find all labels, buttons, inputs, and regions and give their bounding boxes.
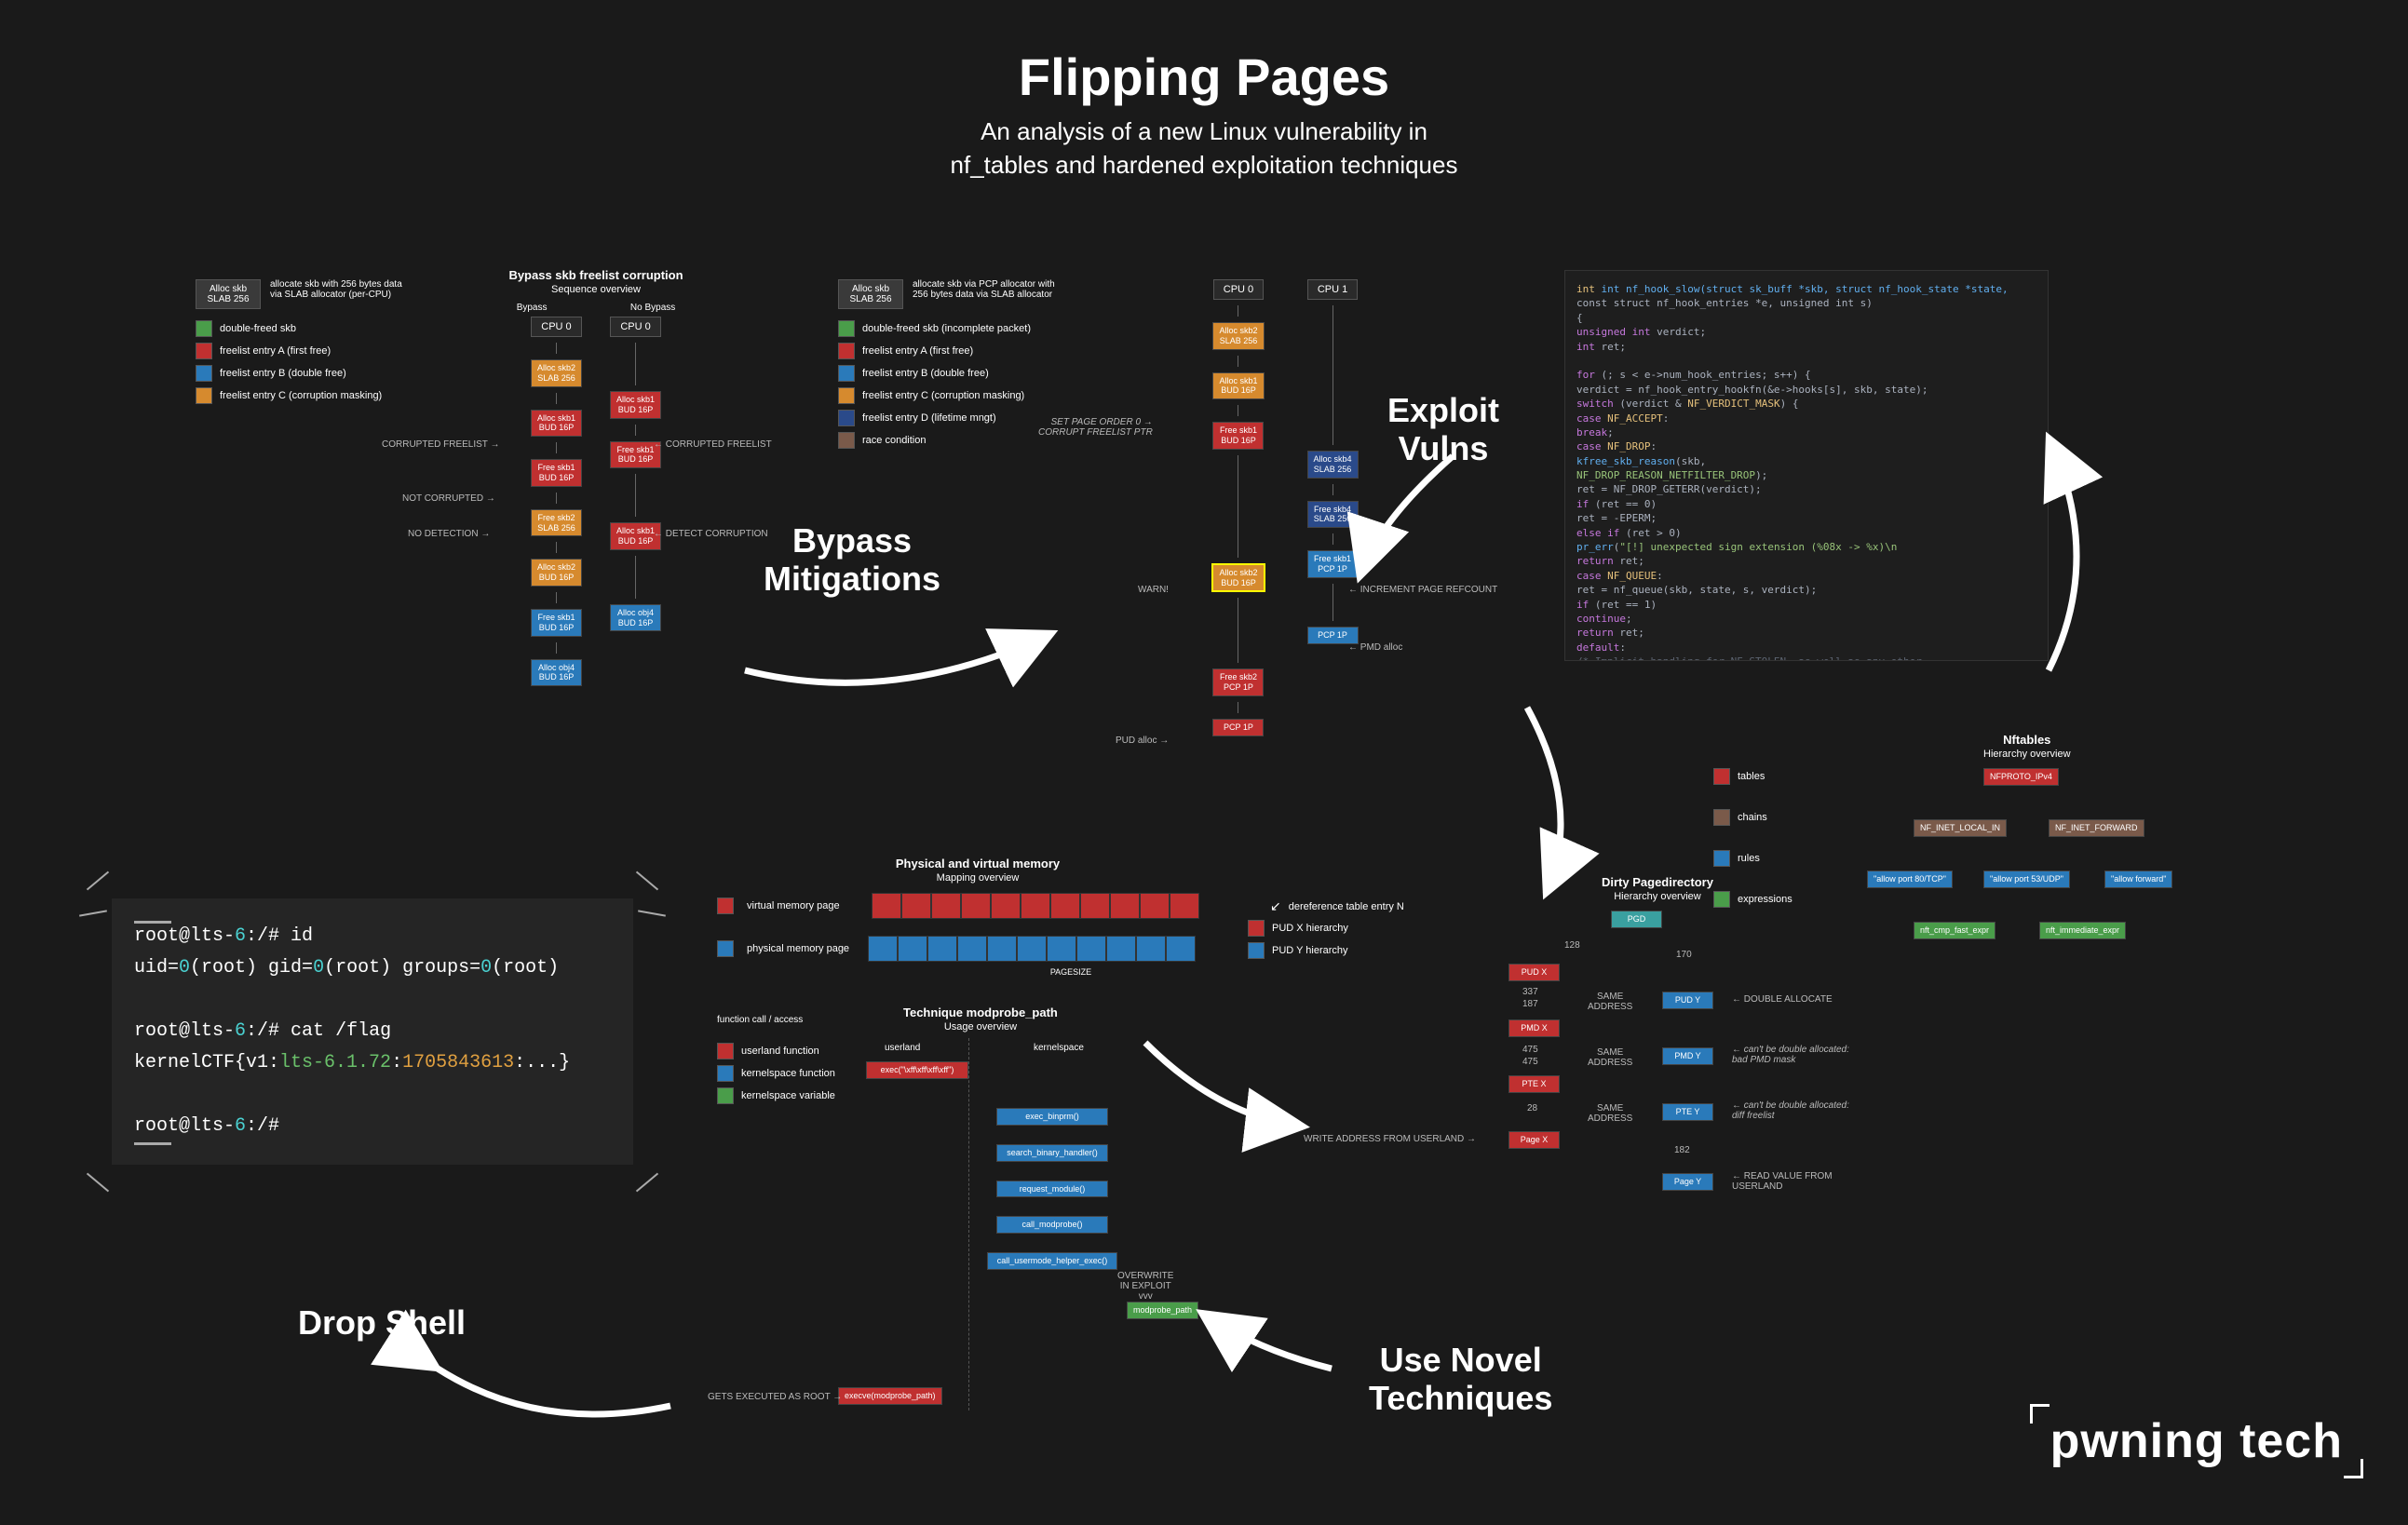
code-snippet: int int nf_hook_slow(struct sk_buff *skb… (1564, 270, 2049, 661)
anno-nodetect: NO DETECTION → (408, 529, 490, 539)
subtitle-2: nf_tables and hardened exploitation tech… (951, 148, 1458, 182)
anno-setpage: SET PAGE ORDER 0 → CORRUPT FREELIST PTR (1038, 417, 1153, 438)
panel-slab-legend-1: Alloc skb SLAB 256 allocate skb with 256… (196, 279, 456, 410)
anno-corrupted-r: ← CORRUPTED FREELIST (654, 439, 772, 450)
main-title: Flipping Pages (951, 47, 1458, 107)
anno-write-userland: WRITE ADDRESS FROM USERLAND → (1304, 1134, 1476, 1144)
subtitle-1: An analysis of a new Linux vulnerability… (951, 115, 1458, 148)
panel-memory: Physical and virtual memory Mapping over… (717, 857, 1238, 977)
panel-deref: ↙dereference table entry N PUD X hierarc… (1248, 898, 1434, 965)
anno-corrupted-l: CORRUPTED FREELIST → (382, 439, 500, 450)
anno-pud: PUD alloc → (1116, 736, 1169, 746)
anno-refcount: ← INCREMENT PAGE REFCOUNT (1348, 585, 1497, 595)
anno-pmd: ← PMD alloc (1348, 642, 1402, 653)
anno-warn: WARN! (1138, 585, 1169, 595)
page-title: Flipping Pages An analysis of a new Linu… (951, 47, 1458, 182)
anno-exec-root: GETS EXECUTED AS ROOT → (708, 1392, 842, 1402)
terminal: root@lts-6:/# id uid=0(root) gid=0(root)… (112, 898, 633, 1165)
step-bypass: Bypass Mitigations (764, 521, 940, 599)
anno-detect: ← DETECT CORRUPTION (654, 529, 768, 539)
panel-bypass-seq: Bypass skb freelist corruption Sequence … (475, 268, 717, 686)
brand-logo: pwning tech (2050, 1413, 2343, 1469)
step-exploit: Exploit Vulns (1387, 391, 1499, 468)
anno-notcorrupted: NOT CORRUPTED → (402, 493, 495, 504)
step-novel: Use Novel Techniques (1369, 1341, 1552, 1418)
step-shell: Drop Shell (298, 1303, 466, 1342)
panel-dual-cpu: CPU 0 Alloc skb2 SLAB 256 Alloc skb1 BUD… (1173, 279, 1397, 736)
